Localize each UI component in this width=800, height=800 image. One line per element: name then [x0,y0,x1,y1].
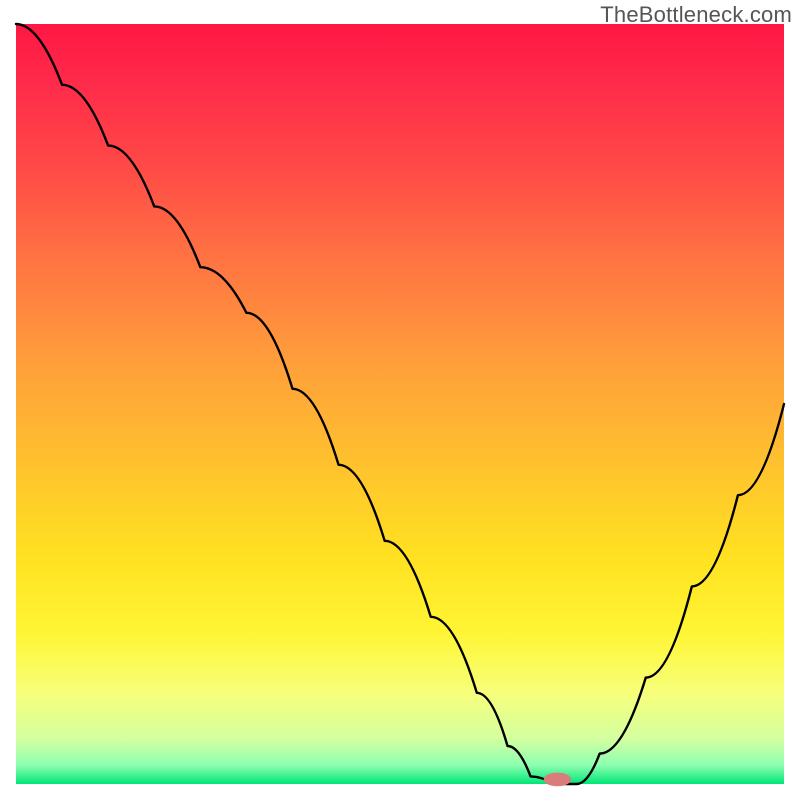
gradient-background [16,24,784,784]
plot-area [16,24,784,784]
bottleneck-chart [0,0,800,800]
watermark-text: TheBottleneck.com [600,2,792,28]
chart-container: TheBottleneck.com [0,0,800,800]
optimal-point-marker [544,773,572,787]
